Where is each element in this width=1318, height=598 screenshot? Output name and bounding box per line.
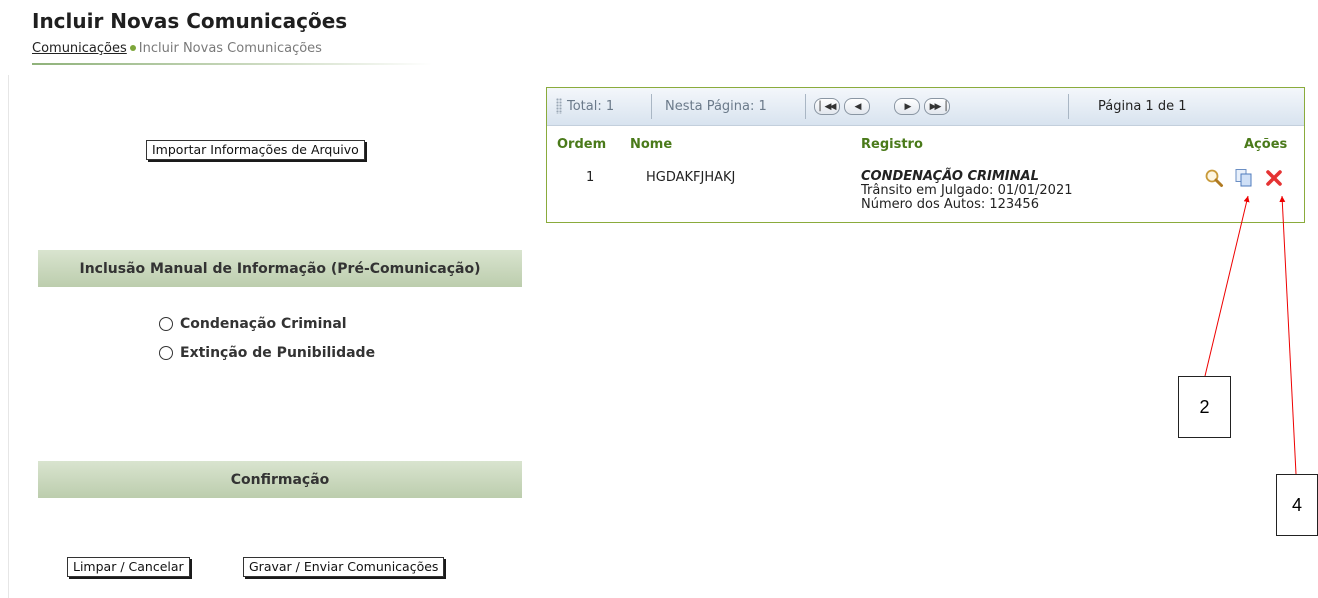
breadcrumb-current: Incluir Novas Comunicações xyxy=(138,41,322,56)
delete-icon[interactable] xyxy=(1264,168,1284,188)
prev-page-icon[interactable]: ◀ xyxy=(844,98,870,115)
cell-registro: CONDENAÇÃO CRIMINAL Trânsito em Julgado:… xyxy=(861,170,1073,212)
radio-button[interactable] xyxy=(159,346,173,360)
breadcrumb-link-comunicacoes[interactable]: Comunicações xyxy=(32,41,127,56)
grid-total: Total: 1 xyxy=(567,99,615,114)
annotation-callout-4: 4 xyxy=(1276,474,1318,536)
arrow-to-copy-icon xyxy=(1204,195,1250,377)
registro-transito: Trânsito em Julgado: 01/01/2021 xyxy=(861,183,1073,198)
grid-on-page: Nesta Página: 1 xyxy=(665,99,767,114)
grid-toolbar: Total: 1 Nesta Página: 1 ▏◀◀ ◀ ▶ ▶▶▕ Pág… xyxy=(547,88,1304,126)
next-page-icon[interactable]: ▶ xyxy=(894,98,920,115)
grip-handle-icon[interactable] xyxy=(556,98,562,114)
toolbar-separator xyxy=(805,94,806,119)
manual-inclusion-section-header: Inclusão Manual de Informação (Pré-Comun… xyxy=(38,250,522,287)
left-edge-rule xyxy=(8,75,9,598)
cell-nome: HGDAKFJHAKJ xyxy=(646,170,736,185)
save-send-button[interactable]: Gravar / Enviar Comunicações xyxy=(243,557,445,577)
annotation-callout-2: 2 xyxy=(1178,376,1231,438)
page-title: Incluir Novas Comunicações xyxy=(32,9,348,33)
breadcrumb-separator-dot xyxy=(129,45,136,51)
grid-page-info: Página 1 de 1 xyxy=(1098,99,1187,114)
radio-condenacao-criminal[interactable]: Condenação Criminal xyxy=(159,316,347,332)
radio-extincao-punibilidade[interactable]: Extinção de Punibilidade xyxy=(159,345,375,361)
registro-autos: Número dos Autos: 123456 xyxy=(861,197,1039,212)
copy-icon[interactable] xyxy=(1234,168,1254,188)
radio-label: Condenação Criminal xyxy=(180,316,347,332)
clear-cancel-button[interactable]: Limpar / Cancelar xyxy=(67,557,190,577)
column-header-ordem[interactable]: Ordem xyxy=(557,137,606,152)
cell-ordem: 1 xyxy=(586,170,595,185)
import-file-button[interactable]: Importar Informações de Arquivo xyxy=(146,140,365,160)
title-divider xyxy=(32,63,432,65)
communications-grid: Total: 1 Nesta Página: 1 ▏◀◀ ◀ ▶ ▶▶▕ Pág… xyxy=(546,87,1305,223)
breadcrumb: Comunicações Incluir Novas Comunicações xyxy=(32,41,322,56)
radio-label: Extinção de Punibilidade xyxy=(180,345,376,361)
arrow-to-delete-icon xyxy=(1279,195,1297,475)
first-page-icon[interactable]: ▏◀◀ xyxy=(814,98,840,115)
magnifier-icon[interactable] xyxy=(1204,168,1224,188)
column-header-registro[interactable]: Registro xyxy=(861,137,923,152)
registro-type: CONDENAÇÃO CRIMINAL xyxy=(861,169,1039,184)
confirmation-section-header: Confirmação xyxy=(38,461,522,498)
toolbar-separator xyxy=(1068,94,1069,119)
column-header-acoes: Ações xyxy=(1244,137,1288,152)
last-page-icon[interactable]: ▶▶▕ xyxy=(924,98,950,115)
radio-button[interactable] xyxy=(159,317,173,331)
column-header-nome[interactable]: Nome xyxy=(630,137,672,152)
toolbar-separator xyxy=(651,94,652,119)
